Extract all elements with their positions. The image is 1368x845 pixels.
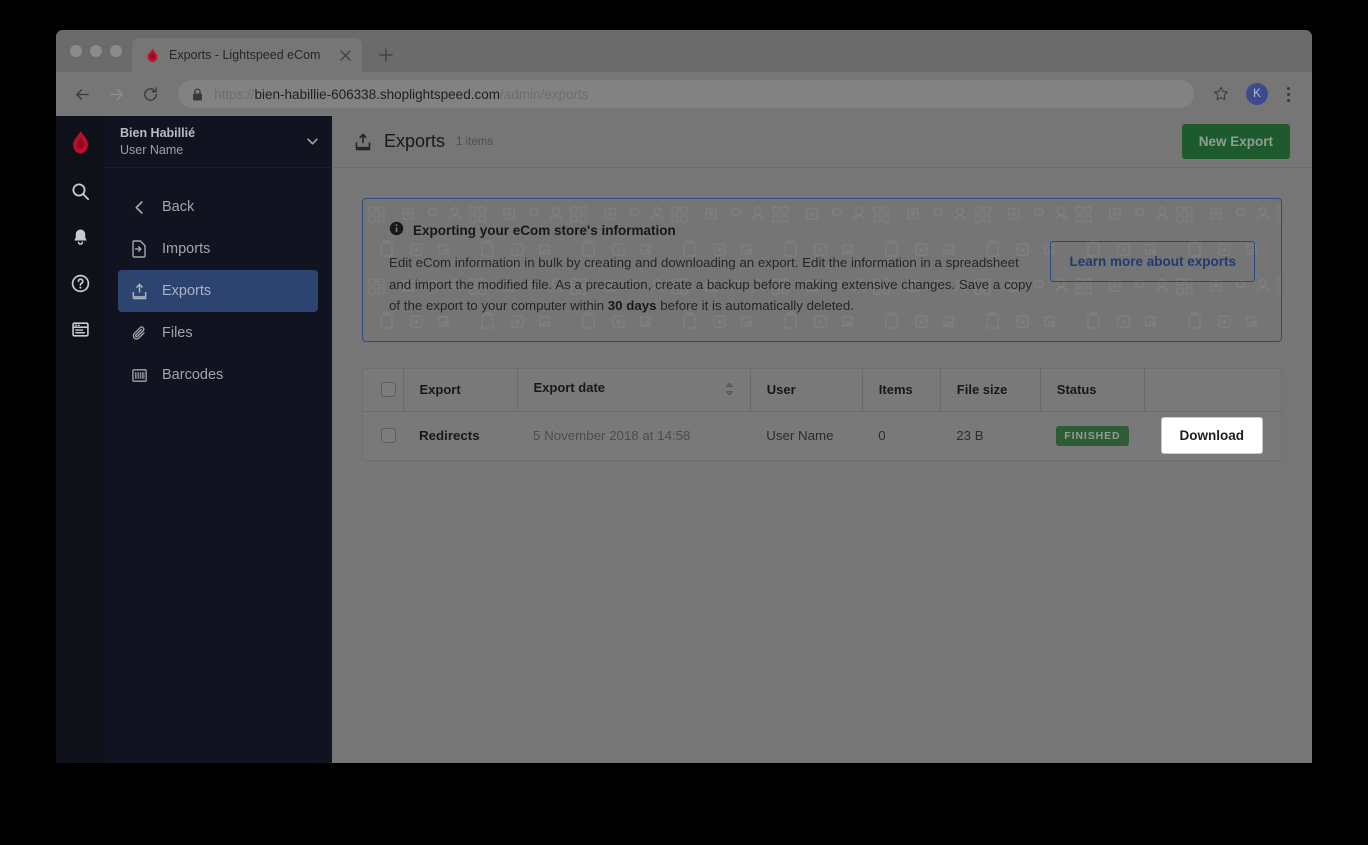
store-switcher[interactable]: Bien Habillié User Name xyxy=(104,116,332,168)
row-select-cell xyxy=(363,412,403,460)
export-upload-icon xyxy=(130,283,148,300)
banner-text-bold: 30 days xyxy=(607,298,657,314)
url-host: bien-habillie-606338.shoplightspeed.com xyxy=(254,86,500,102)
store-name: Bien Habillié xyxy=(120,126,196,141)
column-header-user[interactable]: User xyxy=(750,368,863,413)
learn-more-button[interactable]: Learn more about exports xyxy=(1050,241,1255,282)
banner-text-part2: before it is automatically deleted. xyxy=(656,298,854,314)
cell-export-name[interactable]: Redirects xyxy=(403,412,517,460)
sidebar-item-exports[interactable]: Exports xyxy=(118,270,318,312)
url-text: https://bien-habillie-606338.shoplightsp… xyxy=(214,87,589,102)
column-header-export-date[interactable]: Export date xyxy=(517,368,751,413)
chevron-left-icon xyxy=(130,200,148,215)
column-header-status[interactable]: Status xyxy=(1040,368,1146,413)
column-header-items[interactable]: Items xyxy=(862,368,941,413)
main-content: Exports 1 items New Export Exporting you… xyxy=(332,116,1312,763)
info-circle-icon xyxy=(389,221,404,239)
sidebar-item-label: Imports xyxy=(162,241,211,257)
page-title: Exports xyxy=(384,131,446,151)
store-user-name: User Name xyxy=(120,142,184,157)
cell-status: FINISHED xyxy=(1040,412,1144,460)
sidebar-item-label: Back xyxy=(162,199,195,215)
back-icon[interactable] xyxy=(68,80,96,108)
info-banner: Exporting your eCom store's information … xyxy=(362,198,1282,342)
browser-window: Exports - Lightspeed eCom https://bien-h… xyxy=(56,30,1312,763)
column-header-export[interactable]: Export xyxy=(403,368,518,413)
address-bar[interactable]: https://bien-habillie-606338.shoplightsp… xyxy=(178,80,1194,108)
url-scheme: https:// xyxy=(214,86,255,102)
bell-icon[interactable] xyxy=(56,214,104,260)
close-tab-icon[interactable] xyxy=(336,46,354,64)
minimize-window-button[interactable] xyxy=(90,45,102,57)
icon-rail xyxy=(56,116,104,763)
store-icon[interactable] xyxy=(56,306,104,352)
column-header-export-date-label: Export date xyxy=(533,380,606,396)
forward-icon[interactable] xyxy=(102,80,130,108)
banner-title-row: Exporting your eCom store's information xyxy=(389,221,1032,239)
row-checkbox[interactable] xyxy=(381,428,396,444)
lightspeed-logo[interactable] xyxy=(56,116,104,168)
sidebar-item-files[interactable]: Files xyxy=(118,312,318,354)
close-window-button[interactable] xyxy=(70,45,82,57)
kebab-menu-icon[interactable] xyxy=(1276,82,1300,106)
cell-actions: Download xyxy=(1145,412,1282,460)
tab-title: Exports - Lightspeed eCom xyxy=(169,48,321,62)
select-all-checkbox[interactable] xyxy=(381,382,396,398)
item-count: 1 items xyxy=(456,135,494,148)
sort-updown-icon[interactable] xyxy=(725,382,734,399)
sidebar: Bien Habillié User Name Back Imports Exp… xyxy=(104,116,332,763)
sidebar-nav: Back Imports Exports Files Barcodes xyxy=(104,168,332,396)
banner-title: Exporting your eCom store's information xyxy=(413,222,676,238)
sidebar-item-back[interactable]: Back xyxy=(118,186,318,228)
table-header-row: Export Export date User Items File size xyxy=(363,368,1281,413)
export-upload-icon xyxy=(354,133,372,151)
select-all-header xyxy=(363,368,404,413)
sidebar-item-imports[interactable]: Imports xyxy=(118,228,318,270)
sidebar-item-barcodes[interactable]: Barcodes xyxy=(118,354,318,396)
store-identity: Bien Habillié User Name xyxy=(120,125,307,158)
paperclip-icon xyxy=(130,325,148,342)
new-export-button[interactable]: New Export xyxy=(1181,124,1290,159)
avatar[interactable]: K xyxy=(1246,83,1268,105)
status-badge: FINISHED xyxy=(1056,425,1129,446)
search-icon[interactable] xyxy=(56,168,104,214)
page-header: Exports 1 items New Export xyxy=(332,116,1312,168)
content-area: Exporting your eCom store's information … xyxy=(332,168,1312,461)
barcode-icon xyxy=(130,367,148,384)
import-file-icon xyxy=(130,240,148,258)
table-row[interactable]: Redirects 5 November 2018 at 14:58 User … xyxy=(363,412,1281,460)
url-path: /admin/exports xyxy=(499,86,589,102)
lock-icon xyxy=(192,87,204,101)
banner-text: Edit eCom information in bulk by creatin… xyxy=(389,252,1032,317)
lightspeed-flame-icon xyxy=(144,47,160,63)
app-shell: Bien Habillié User Name Back Imports Exp… xyxy=(56,116,1312,763)
chevron-down-icon[interactable] xyxy=(307,137,318,147)
banner-body: Exporting your eCom store's information … xyxy=(389,221,1032,317)
browser-tab[interactable]: Exports - Lightspeed eCom xyxy=(132,38,362,72)
exports-table: Export Export date User Items File size xyxy=(362,367,1282,461)
cell-items: 0 xyxy=(878,428,886,444)
reload-icon[interactable] xyxy=(136,80,164,108)
maximize-window-button[interactable] xyxy=(110,45,122,57)
browser-toolbar: https://bien-habillie-606338.shoplightsp… xyxy=(56,72,1312,116)
cell-file-size: 23 B xyxy=(956,428,984,444)
cell-user: User Name xyxy=(766,428,834,444)
column-header-actions xyxy=(1144,368,1281,413)
bookmark-star-icon[interactable] xyxy=(1208,81,1234,107)
window-traffic-lights xyxy=(66,30,132,72)
sidebar-item-label: Files xyxy=(162,325,193,341)
sidebar-item-label: Barcodes xyxy=(162,367,224,383)
help-icon[interactable] xyxy=(56,260,104,306)
column-header-file-size[interactable]: File size xyxy=(940,368,1041,413)
download-button[interactable]: Download xyxy=(1160,417,1263,455)
tab-strip: Exports - Lightspeed eCom xyxy=(56,30,1312,72)
sidebar-item-label: Exports xyxy=(162,283,212,299)
new-tab-button[interactable] xyxy=(372,41,400,69)
cell-export-date: 5 November 2018 at 14:58 xyxy=(533,428,691,444)
